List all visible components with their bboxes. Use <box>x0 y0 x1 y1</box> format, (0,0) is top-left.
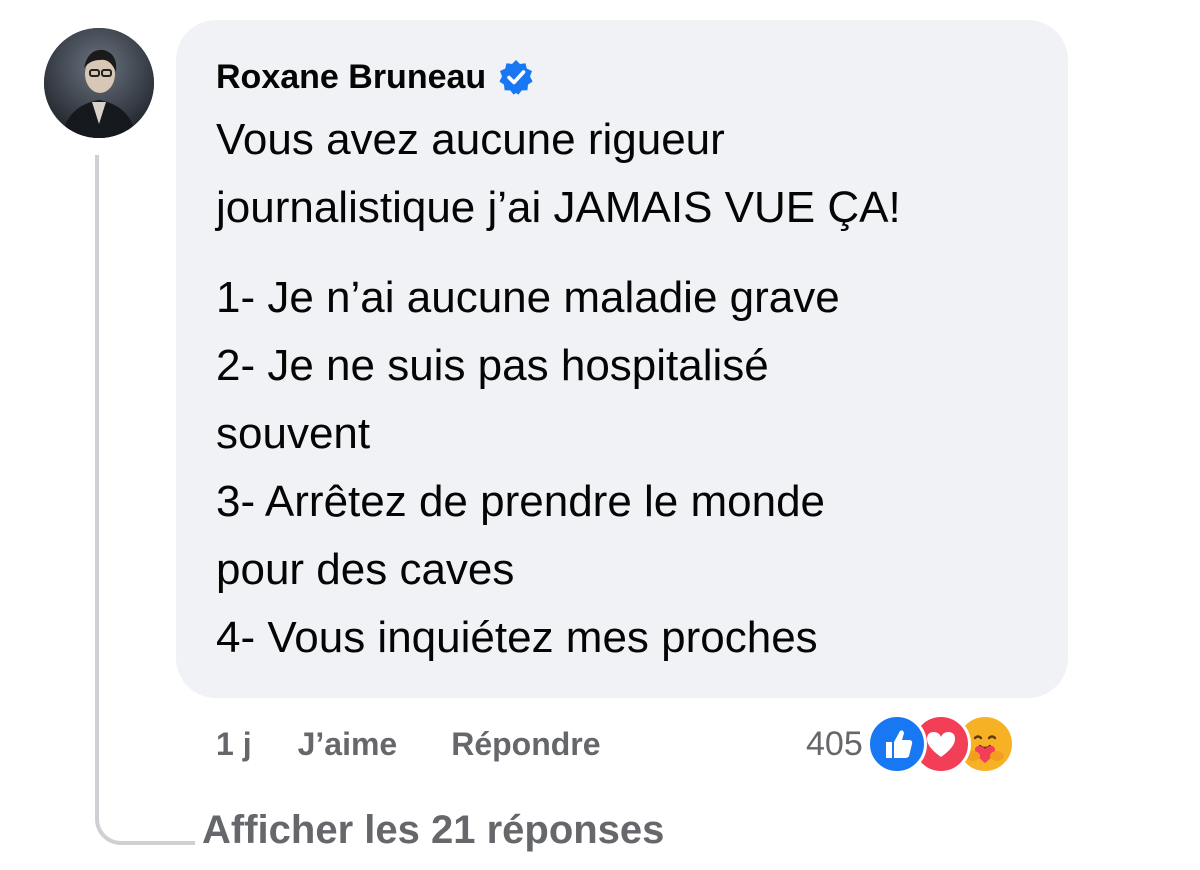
comment-timestamp[interactable]: 1 j <box>216 726 252 763</box>
comment-line: Vous avez aucune rigueur <box>216 115 725 164</box>
author-name[interactable]: Roxane Bruneau <box>216 58 486 97</box>
comment-line: journalistique j’ai JAMAIS VUE ÇA! <box>216 183 901 232</box>
like-icon <box>866 714 927 774</box>
reaction-icons <box>866 712 1037 776</box>
view-replies-link[interactable]: Afficher les 21 réponses <box>202 808 664 868</box>
reply-button[interactable]: Répondre <box>451 726 600 763</box>
comment-list-line: 1- Je n’ai aucune maladie grave <box>216 273 840 322</box>
verified-badge-icon <box>498 59 534 95</box>
comment-list-line: 4- Vous inquiétez mes proches <box>216 613 818 662</box>
comment-list-line: 3- Arrêtez de prendre le monde <box>216 477 826 526</box>
like-button[interactable]: J’aime <box>298 726 398 763</box>
comment-text: Vous avez aucune rigueur journalistique … <box>216 106 1046 672</box>
comment-list-line: pour des caves <box>216 545 515 594</box>
comment-list-line: souvent <box>216 409 371 458</box>
reaction-count: 405 <box>806 724 863 763</box>
avatar[interactable] <box>44 28 154 138</box>
comment-actions: 1 j J’aime Répondre <box>216 718 601 770</box>
avatar-photo <box>44 28 154 138</box>
comment-thread: Roxane Bruneau Vous avez aucune rigueur … <box>0 0 1200 870</box>
reactions-summary[interactable]: 405 <box>806 712 1037 776</box>
comment-list-line: 2- Je ne suis pas hospitalisé <box>216 341 769 390</box>
comment-author-row: Roxane Bruneau <box>216 54 534 100</box>
